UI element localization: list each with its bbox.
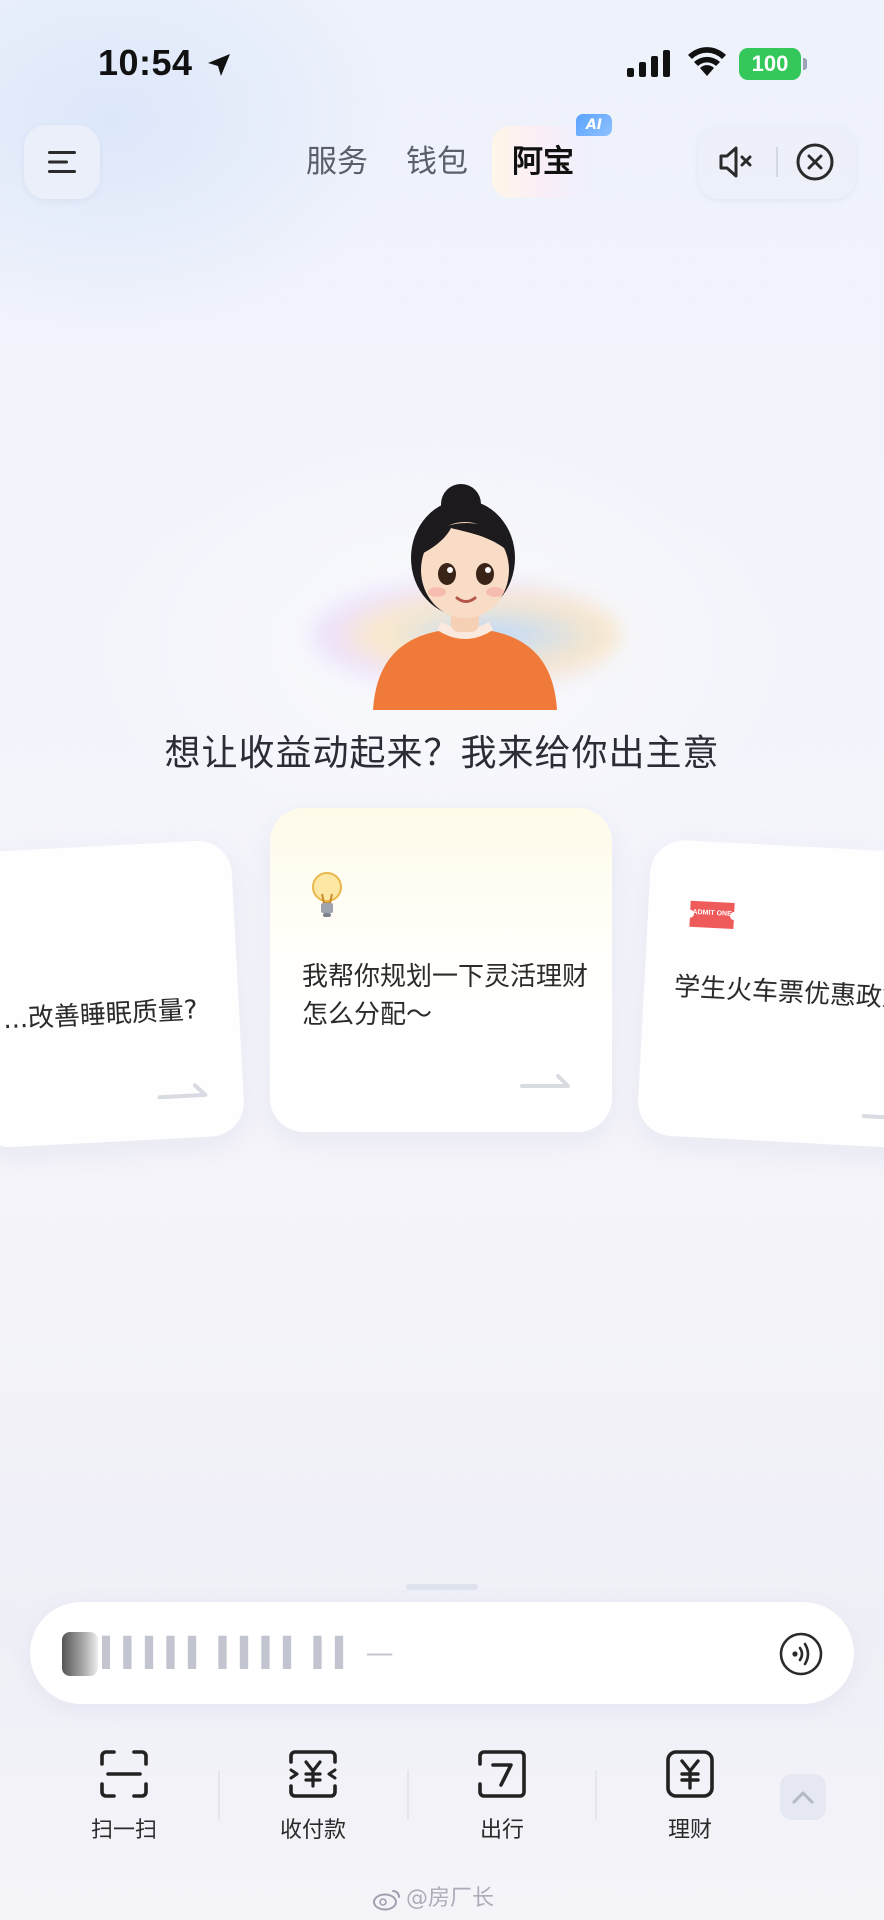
shortcut-travel[interactable]: 出行 bbox=[442, 1748, 562, 1848]
location-arrow-icon bbox=[208, 54, 230, 76]
shortcut-divider bbox=[218, 1770, 220, 1820]
collapse-button[interactable] bbox=[780, 1774, 826, 1820]
shortcut-divider bbox=[407, 1770, 409, 1820]
menu-button[interactable] bbox=[24, 125, 100, 199]
speaker-mute-icon[interactable] bbox=[712, 139, 758, 185]
arrow-right-icon bbox=[520, 1074, 570, 1088]
close-circle-icon[interactable] bbox=[792, 139, 838, 185]
chat-input-placeholder[interactable]: ▍▍▍▍▍ ▍▍▍▍ ▍▍ — bbox=[102, 1632, 422, 1674]
input-cursor bbox=[62, 1632, 98, 1676]
chevron-up-icon bbox=[792, 1791, 814, 1804]
tab-services[interactable]: 服务 bbox=[306, 126, 368, 198]
control-divider bbox=[776, 147, 778, 177]
shortcut-divider bbox=[595, 1770, 597, 1820]
battery-level: 100 bbox=[751, 51, 789, 76]
receive-pay-icon bbox=[289, 1750, 337, 1798]
travel-icon bbox=[478, 1750, 526, 1798]
sheet-grabber[interactable] bbox=[406, 1584, 478, 1590]
suggestion-card-right[interactable]: ADMIT ONE 学生火车票优惠政策有哪些? bbox=[636, 838, 884, 1150]
status-time: 10:54 bbox=[98, 42, 193, 83]
shortcut-receive-pay[interactable]: 收付款 bbox=[253, 1748, 373, 1848]
status-bar: 10:54 100 bbox=[0, 0, 884, 110]
suggestion-card-left[interactable]: ...改善睡眠质量? bbox=[0, 839, 246, 1149]
tab-wallet[interactable]: 钱包 bbox=[406, 126, 468, 198]
weibo-icon bbox=[373, 1890, 400, 1911]
suggestion-text: 我帮你规划一下灵活理财怎么分配～ bbox=[302, 962, 589, 1030]
tab-abao[interactable]: 阿宝 bbox=[492, 126, 594, 198]
ai-badge: AI bbox=[576, 114, 612, 136]
shortcut-finance[interactable]: 理财 bbox=[630, 1748, 750, 1848]
battery-tip bbox=[803, 58, 807, 70]
shortcut-label: 出行 bbox=[479, 1818, 524, 1843]
assistant-avatar[interactable] bbox=[300, 470, 630, 710]
cartoon-girl-avatar bbox=[373, 484, 557, 710]
suggestion-text: 学生火车票优惠政策有哪些? bbox=[673, 972, 884, 1020]
watermark-text: @房厂长 bbox=[406, 1886, 495, 1911]
arrow-right-icon bbox=[861, 1105, 884, 1121]
wifi-icon bbox=[688, 47, 726, 76]
voice-wave-icon[interactable] bbox=[778, 1631, 824, 1677]
arrow-right-icon bbox=[157, 1083, 208, 1100]
shortcut-scan[interactable]: 扫一扫 bbox=[64, 1748, 184, 1848]
shortcut-label: 收付款 bbox=[279, 1818, 346, 1843]
finance-yuan-icon bbox=[666, 1750, 714, 1798]
lightbulb-icon bbox=[312, 872, 342, 917]
chat-input-bar[interactable]: ▍▍▍▍▍ ▍▍▍▍ ▍▍ — bbox=[30, 1602, 854, 1704]
scan-icon bbox=[100, 1750, 148, 1798]
assistant-headline: 想让收益动起来？我来给你出主意 bbox=[164, 733, 720, 774]
shortcut-label: 扫一扫 bbox=[90, 1818, 157, 1843]
cellular-signal-icon bbox=[627, 50, 670, 77]
suggestion-text: ...改善睡眠质量? bbox=[2, 995, 199, 1036]
suggestion-card-center[interactable]: 我帮你规划一下灵活理财怎么分配～ bbox=[270, 808, 612, 1132]
battery-icon: 100 bbox=[739, 48, 801, 80]
ticket-icon: ADMIT ONE bbox=[689, 900, 735, 929]
capsule-controls bbox=[698, 125, 856, 199]
shortcut-label: 理财 bbox=[667, 1818, 712, 1843]
menu-icon bbox=[48, 151, 76, 173]
